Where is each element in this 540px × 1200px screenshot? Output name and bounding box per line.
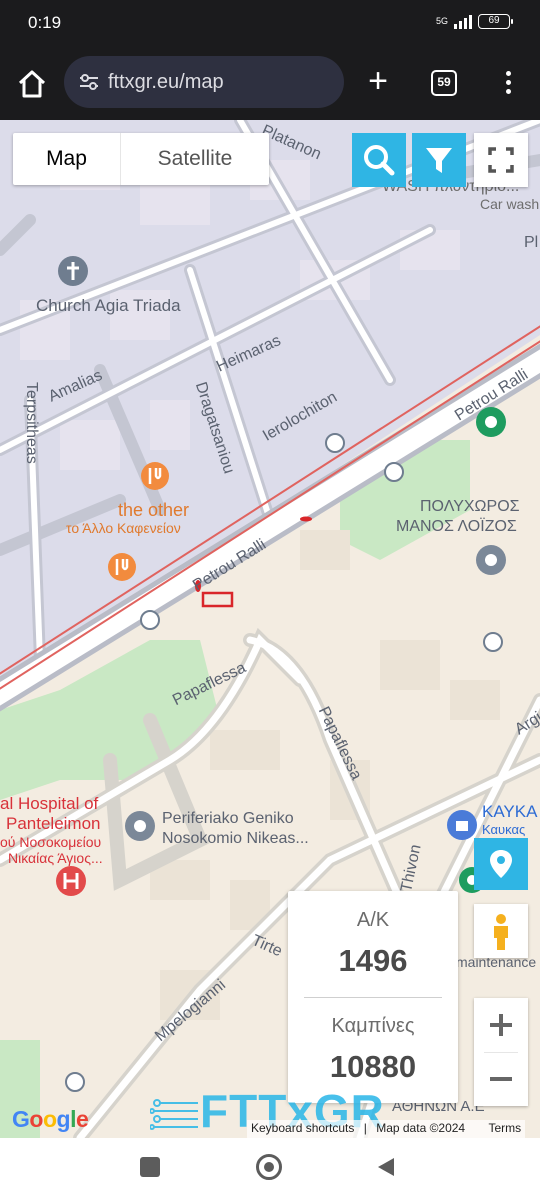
- keyboard-shortcuts-link[interactable]: Keyboard shortcuts: [251, 1121, 354, 1135]
- url-text: fttxgr.eu/map: [108, 71, 224, 93]
- tab-count: 59: [437, 75, 451, 89]
- church-pin-icon: [58, 256, 88, 286]
- battery-level: 69: [488, 15, 500, 26]
- fullscreen-icon: [488, 147, 514, 173]
- map-label: Terpsitheas: [23, 382, 40, 464]
- back-triangle-icon: [378, 1158, 394, 1176]
- search-icon: [364, 145, 395, 176]
- satellite-view-button[interactable]: Satellite: [121, 133, 269, 185]
- address-bar[interactable]: fttxgr.eu/map: [64, 56, 344, 108]
- new-tab-icon[interactable]: +: [362, 64, 394, 98]
- map-label: Pl: [524, 234, 539, 251]
- circuit-icon: [149, 1098, 198, 1130]
- location-pin-icon: [490, 850, 512, 878]
- zoom-out-button[interactable]: [474, 1052, 528, 1106]
- search-button[interactable]: [352, 133, 406, 187]
- system-nav-bar: [0, 1138, 540, 1200]
- map-label: al Hospital of: [0, 794, 99, 813]
- site-settings-icon[interactable]: [78, 72, 100, 92]
- stats-panel: Α/Κ 1496 Καμπίνες 10880: [288, 891, 458, 1103]
- status-icons: 5G 69: [435, 14, 513, 29]
- filter-icon: [426, 148, 452, 173]
- map-label: Νικαίας Άγιος...: [8, 850, 103, 866]
- ak-value: 1496: [338, 943, 408, 978]
- zoom-in-button[interactable]: [474, 998, 528, 1052]
- stats-divider: [304, 997, 442, 998]
- fullscreen-button[interactable]: [474, 133, 528, 187]
- map-label: Καυκας: [482, 822, 526, 837]
- zoom-controls: [474, 998, 528, 1106]
- cabinets-value: 10880: [329, 1049, 417, 1084]
- network-type: 5G: [435, 16, 448, 26]
- cabinets-label: Καμπίνες: [331, 1015, 415, 1037]
- map-label: Nosokomio Nikeas...: [162, 830, 309, 847]
- ak-label: Α/Κ: [356, 909, 390, 931]
- back-button[interactable]: [376, 1156, 396, 1183]
- browser-toolbar: fttxgr.eu/map + 59: [0, 48, 540, 120]
- my-location-button[interactable]: [474, 838, 528, 890]
- map-data-text: Map data ©2024: [376, 1121, 466, 1135]
- map-base: [0, 120, 540, 1138]
- google-logo: Google: [12, 1106, 89, 1132]
- status-time: 0:19: [28, 13, 62, 32]
- map-label: Panteleimon: [6, 814, 101, 833]
- terms-link[interactable]: Terms: [488, 1121, 521, 1135]
- map-label: Periferiako Geniko: [162, 810, 294, 827]
- status-bar: 0:19 5G 69: [0, 0, 540, 48]
- filter-button[interactable]: [412, 133, 466, 187]
- signal-icon: [454, 14, 472, 29]
- recents-button[interactable]: [140, 1157, 160, 1177]
- battery-icon: 69: [478, 14, 513, 29]
- home-icon[interactable]: [16, 68, 48, 100]
- map-label: ΜΑΝΟΣ ΛΟΪΖΟΣ: [396, 518, 517, 535]
- map-type-toggle: Map Satellite: [13, 133, 269, 185]
- pegman-icon: [494, 914, 508, 950]
- map-label: Church Agia Triada: [36, 296, 181, 315]
- home-nav-button[interactable]: [256, 1154, 282, 1180]
- map-view-button[interactable]: Map: [13, 133, 121, 185]
- map-label: the other: [118, 500, 190, 520]
- tab-switcher-button[interactable]: 59: [431, 70, 457, 96]
- map-canvas[interactable]: Platanon WASH πλυντηριο... Car wash Chur…: [0, 120, 540, 1138]
- map-label: ΠΟΛΥΧΩΡΟΣ: [420, 498, 520, 515]
- minus-icon: [490, 1077, 512, 1081]
- map-label: ού Νοσοκομείου: [0, 834, 102, 850]
- plus-icon: [490, 1014, 512, 1036]
- map-label: το Άλλο Καφενείον: [66, 520, 181, 536]
- map-label: ΚΑΥΚΑ: [482, 802, 538, 821]
- overflow-menu-icon[interactable]: [498, 68, 518, 98]
- street-view-button[interactable]: [474, 904, 528, 958]
- map-attribution: Keyboard shortcuts | Map data ©2024 Term…: [247, 1120, 526, 1138]
- map-label: Car wash: [480, 196, 540, 212]
